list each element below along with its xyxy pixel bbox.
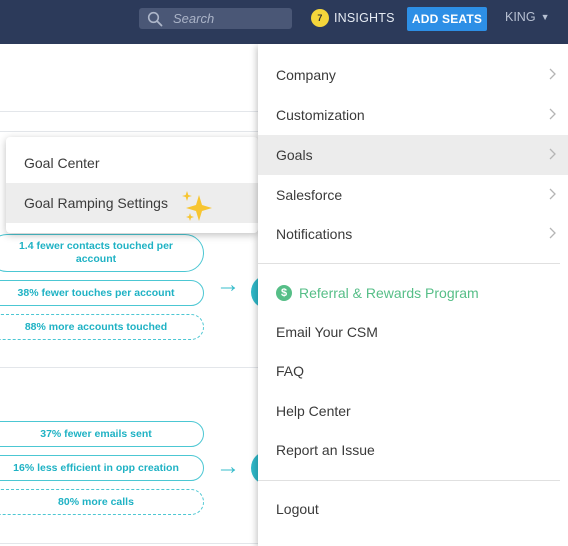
menu-item-company[interactable]: Company bbox=[258, 55, 568, 95]
chevron-right-icon bbox=[549, 227, 556, 239]
submenu-item-goal-center[interactable]: Goal Center bbox=[6, 143, 258, 183]
insight-pill: 88% more accounts touched bbox=[0, 314, 204, 340]
menu-item-email-csm[interactable]: Email Your CSM bbox=[258, 312, 568, 352]
menu-item-goals[interactable]: Goals bbox=[258, 135, 568, 175]
insight-pill: 37% fewer emails sent bbox=[0, 421, 204, 447]
divider bbox=[0, 367, 260, 368]
arrow-right-icon: → bbox=[216, 453, 240, 480]
insight-pill: 80% more calls bbox=[0, 489, 204, 515]
menu-item-notifications[interactable]: Notifications bbox=[258, 214, 568, 254]
search-box[interactable] bbox=[139, 8, 292, 29]
chevron-down-icon: ▼ bbox=[540, 12, 550, 22]
chevron-right-icon bbox=[549, 148, 556, 160]
add-seats-button[interactable]: ADD SEATS bbox=[407, 7, 487, 31]
insights-count-badge: 7 bbox=[311, 9, 329, 27]
dollar-icon: $ bbox=[276, 285, 292, 301]
menu-divider bbox=[258, 480, 560, 481]
top-navigation-bar: 7 INSIGHTS ADD SEATS KING ▼ bbox=[0, 0, 568, 44]
insight-pill: 1.4 fewer contacts touched per account bbox=[0, 234, 204, 272]
menu-item-label: Customization bbox=[276, 107, 365, 123]
menu-item-logout[interactable]: Logout bbox=[258, 489, 568, 529]
arrow-right-icon: → bbox=[216, 271, 240, 298]
menu-item-report-issue[interactable]: Report an Issue bbox=[258, 430, 568, 470]
user-menu-toggle[interactable]: KING ▼ bbox=[505, 10, 549, 24]
insight-pill: 38% fewer touches per account bbox=[0, 280, 204, 306]
menu-item-help-center[interactable]: Help Center bbox=[258, 391, 568, 431]
menu-item-label: Company bbox=[276, 67, 336, 83]
menu-item-referral-rewards[interactable]: $ Referral & Rewards Program bbox=[258, 273, 568, 313]
settings-dropdown-menu: Company Customization Goals Salesforce N… bbox=[258, 44, 568, 546]
menu-item-faq[interactable]: FAQ bbox=[258, 351, 568, 391]
menu-item-label: Referral & Rewards Program bbox=[299, 285, 479, 301]
menu-item-label: Goals bbox=[276, 147, 313, 163]
sparkle-icon bbox=[182, 191, 212, 221]
search-icon bbox=[147, 11, 163, 26]
menu-item-salesforce[interactable]: Salesforce bbox=[258, 175, 568, 215]
chevron-right-icon bbox=[549, 188, 556, 200]
menu-divider bbox=[258, 263, 560, 264]
chevron-right-icon bbox=[549, 68, 556, 80]
menu-item-customization[interactable]: Customization bbox=[258, 95, 568, 135]
insight-pill: 16% less efficient in opp creation bbox=[0, 455, 204, 481]
menu-item-label: Notifications bbox=[276, 226, 353, 242]
user-name: KING bbox=[505, 10, 536, 24]
search-input[interactable] bbox=[173, 11, 283, 26]
insights-label: INSIGHTS bbox=[334, 11, 395, 25]
menu-item-label: Salesforce bbox=[276, 187, 343, 203]
divider bbox=[0, 111, 260, 112]
insights-button[interactable]: 7 INSIGHTS bbox=[311, 9, 395, 27]
divider bbox=[0, 543, 260, 544]
divider bbox=[0, 131, 260, 132]
chevron-right-icon bbox=[549, 108, 556, 120]
